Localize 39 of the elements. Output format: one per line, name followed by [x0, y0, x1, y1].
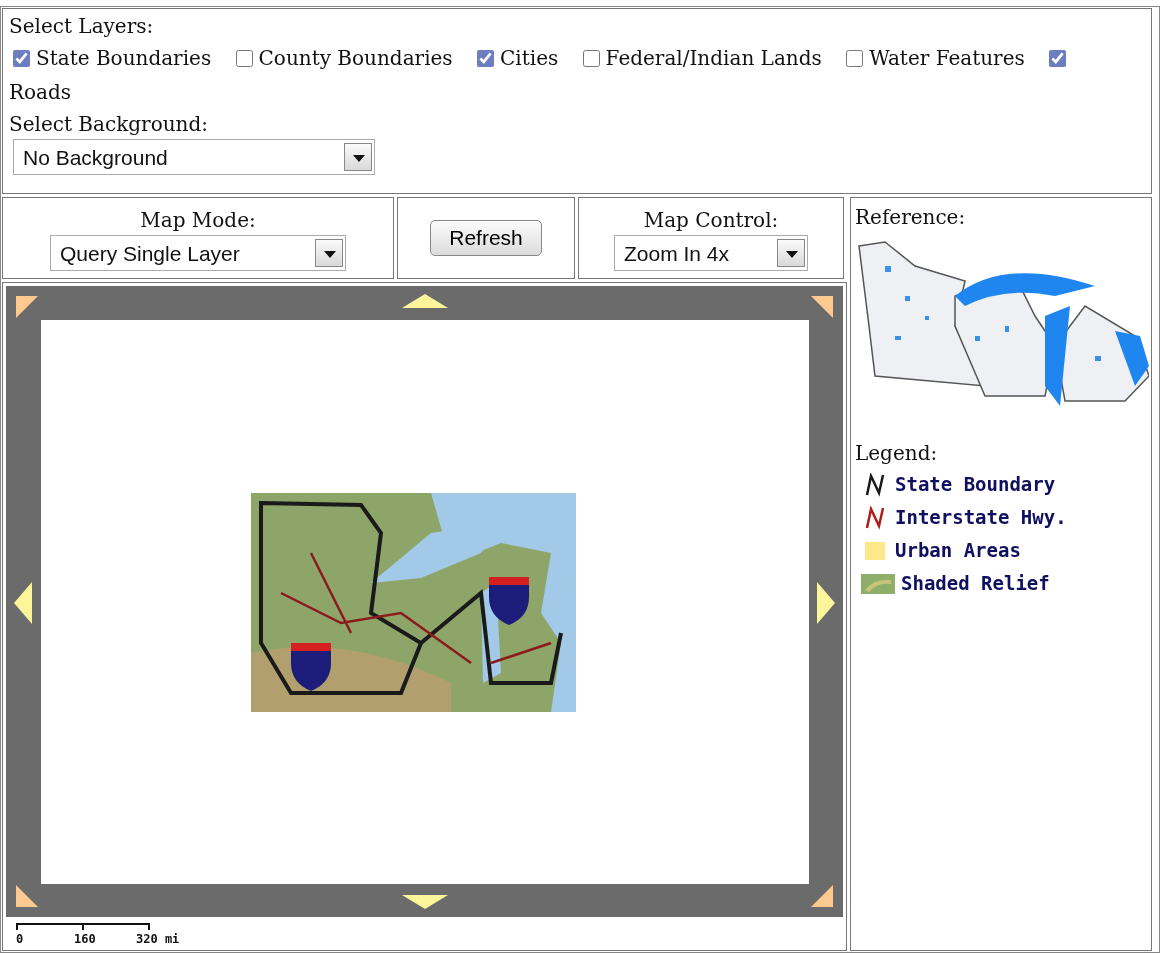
- checkbox-label: Federal/Indian Lands: [605, 46, 822, 70]
- pan-down-icon[interactable]: [402, 895, 448, 909]
- pan-southeast-icon[interactable]: [811, 885, 833, 907]
- section-label: Select Layers:: [9, 13, 155, 40]
- checkbox-label: Water Features: [869, 46, 1025, 70]
- checkbox-label: State Boundaries: [36, 46, 212, 70]
- section-label: Legend:: [855, 440, 939, 467]
- checkbox[interactable]: [235, 50, 253, 67]
- checkbox[interactable]: [1049, 50, 1067, 67]
- refresh-button[interactable]: Refresh: [430, 220, 542, 256]
- pan-left-icon[interactable]: [14, 582, 32, 624]
- map-mode-dropdown[interactable]: Query Single Layer: [50, 235, 346, 271]
- legend-label: Shaded Relief: [901, 571, 1050, 596]
- scale-label: 320 mi: [136, 931, 180, 948]
- checkbox[interactable]: [582, 50, 600, 67]
- legend-label: Interstate Hwy.: [895, 505, 1067, 530]
- pan-northwest-icon[interactable]: [16, 296, 38, 318]
- field-label: Map Mode:: [140, 207, 256, 234]
- checkbox-label: Cities: [500, 46, 559, 70]
- pan-southwest-icon[interactable]: [16, 885, 38, 907]
- checkbox[interactable]: [477, 50, 494, 67]
- pan-up-icon[interactable]: [402, 294, 448, 308]
- legend-label: State Boundary: [895, 472, 1056, 497]
- checkbox[interactable]: [13, 50, 30, 67]
- scale-label: 160: [74, 931, 96, 948]
- field-label: Map Control:: [643, 207, 779, 234]
- checkbox-label: Roads: [9, 80, 72, 104]
- scale-label: 0: [16, 931, 24, 948]
- background-dropdown[interactable]: No Background: [13, 139, 375, 175]
- checkbox[interactable]: [846, 50, 864, 67]
- section-label: Reference:: [855, 204, 967, 231]
- scale-bar-icon: [16, 923, 150, 930]
- map-control-dropdown[interactable]: Zoom In 4x: [614, 235, 808, 271]
- checkbox-label: County Boundaries: [258, 46, 453, 70]
- pan-right-icon[interactable]: [817, 582, 835, 624]
- relief-swatch-icon: [861, 571, 895, 596]
- legend-label: Urban Areas: [895, 538, 1021, 563]
- pan-northeast-icon[interactable]: [811, 296, 833, 318]
- section-label: Select Background:: [9, 111, 209, 138]
